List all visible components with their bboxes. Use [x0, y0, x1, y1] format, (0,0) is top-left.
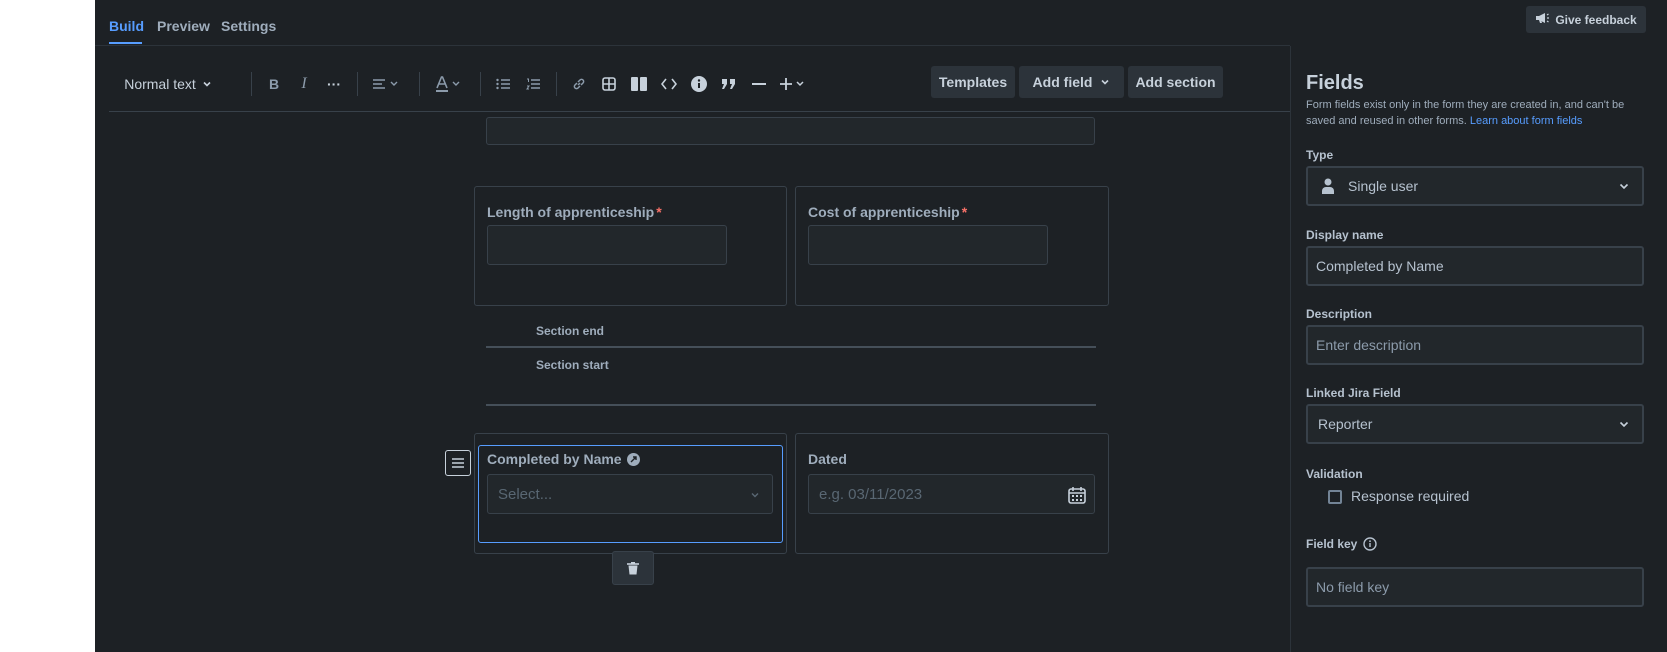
- linked-jira-field-label: Linked Jira Field: [1306, 386, 1401, 400]
- length-input[interactable]: [487, 225, 727, 265]
- menu-icon: [452, 458, 464, 468]
- linked-field-icon: [626, 452, 640, 466]
- divider-icon[interactable]: [746, 64, 772, 104]
- section-end-label: Section end: [536, 324, 605, 338]
- description-label: Description: [1306, 307, 1373, 321]
- response-required-checkbox[interactable]: [1328, 490, 1342, 504]
- dated-field-card[interactable]: Dated e.g. 03/11/2023: [795, 433, 1109, 554]
- code-icon[interactable]: [656, 64, 682, 104]
- field-menu-button[interactable]: [445, 450, 471, 476]
- quote-icon[interactable]: [716, 64, 742, 104]
- user-icon: [1322, 178, 1334, 194]
- linked-jira-field-select[interactable]: Reporter: [1306, 404, 1644, 444]
- linked-jira-field-value: Reporter: [1318, 416, 1373, 432]
- display-name-input[interactable]: Completed by Name: [1306, 246, 1644, 286]
- display-name-label: Display name: [1306, 228, 1384, 242]
- completed-by-field-card[interactable]: Completed by Name Select...: [474, 433, 787, 554]
- active-tab-indicator: [109, 42, 142, 44]
- completed-by-select[interactable]: Select...: [487, 474, 773, 514]
- editor-toolbar: Normal text B I ··· Templates Add field …: [109, 64, 1289, 104]
- chevron-down-icon: [203, 81, 211, 87]
- link-icon[interactable]: [566, 64, 592, 104]
- bold-icon[interactable]: B: [261, 64, 287, 104]
- section-divider: [486, 404, 1096, 406]
- add-field-button[interactable]: Add field: [1019, 66, 1124, 98]
- type-label: Type: [1306, 148, 1334, 162]
- cost-field-label: Cost of apprenticeship *: [808, 204, 968, 220]
- info-panel-icon[interactable]: [686, 64, 712, 104]
- description-input[interactable]: Enter description: [1306, 325, 1644, 365]
- date-placeholder: e.g. 03/11/2023: [819, 486, 923, 503]
- tab-preview[interactable]: Preview: [157, 18, 210, 34]
- chevron-down-icon: [1619, 183, 1629, 190]
- form-builder: Build Preview Settings Give feedback Nor…: [95, 0, 1667, 652]
- tab-settings[interactable]: Settings: [221, 18, 276, 34]
- layout-columns-icon[interactable]: [626, 64, 652, 104]
- type-select[interactable]: Single user: [1306, 166, 1644, 206]
- alignment-icon[interactable]: [367, 64, 407, 104]
- calendar-icon[interactable]: [1068, 486, 1086, 504]
- tab-bar: Build Preview Settings: [95, 0, 1290, 46]
- field-properties-panel: Fields Form fields exist only in the for…: [1290, 46, 1667, 652]
- text-style-label: Normal text: [124, 76, 196, 92]
- info-icon[interactable]: [1363, 537, 1378, 551]
- chevron-down-icon: [1619, 421, 1629, 428]
- panel-description: Form fields exist only in the form they …: [1306, 99, 1625, 127]
- cost-input[interactable]: [808, 225, 1048, 265]
- dated-label: Dated: [808, 451, 847, 467]
- add-section-button[interactable]: Add section: [1128, 66, 1223, 98]
- panel-title: Fields: [1306, 72, 1364, 94]
- cost-field-card[interactable]: Cost of apprenticeship *: [795, 186, 1109, 306]
- toolbar-divider: [109, 111, 1290, 112]
- give-feedback-button[interactable]: Give feedback: [1526, 6, 1646, 33]
- chevron-down-icon: [1101, 79, 1110, 85]
- megaphone-icon: [1535, 12, 1550, 27]
- table-icon[interactable]: [596, 64, 622, 104]
- dated-input[interactable]: e.g. 03/11/2023: [808, 474, 1095, 514]
- length-field-card[interactable]: Length of apprenticeship *: [474, 186, 787, 306]
- chevron-down-icon: [751, 493, 759, 498]
- length-field-label: Length of apprenticeship *: [487, 204, 662, 220]
- learn-about-form-fields-link[interactable]: Learn about form fields: [1470, 115, 1583, 127]
- section-start-label: Section start: [536, 358, 609, 372]
- insert-menu-icon[interactable]: [776, 64, 810, 104]
- previous-field-input[interactable]: [486, 117, 1095, 145]
- give-feedback-label: Give feedback: [1555, 12, 1637, 27]
- select-placeholder: Select...: [498, 486, 553, 503]
- tab-build[interactable]: Build: [109, 18, 144, 34]
- response-required-label: Response required: [1351, 488, 1470, 504]
- add-field-label: Add field: [1032, 74, 1093, 90]
- italic-icon[interactable]: I: [291, 64, 317, 104]
- bullet-list-icon[interactable]: [490, 64, 516, 104]
- type-value: Single user: [1348, 178, 1419, 194]
- field-key-input[interactable]: No field key: [1306, 567, 1644, 607]
- text-style-dropdown[interactable]: Normal text: [109, 64, 227, 104]
- more-formatting-icon[interactable]: ···: [321, 64, 347, 104]
- numbered-list-icon[interactable]: [520, 64, 546, 104]
- validation-label: Validation: [1306, 467, 1363, 481]
- templates-button[interactable]: Templates: [931, 66, 1015, 98]
- delete-field-button[interactable]: [612, 551, 654, 585]
- field-key-label: Field key: [1306, 537, 1378, 551]
- trash-icon: [627, 561, 639, 574]
- completed-by-label: Completed by Name: [487, 451, 640, 467]
- section-divider: [486, 346, 1096, 348]
- text-color-icon[interactable]: [429, 64, 469, 104]
